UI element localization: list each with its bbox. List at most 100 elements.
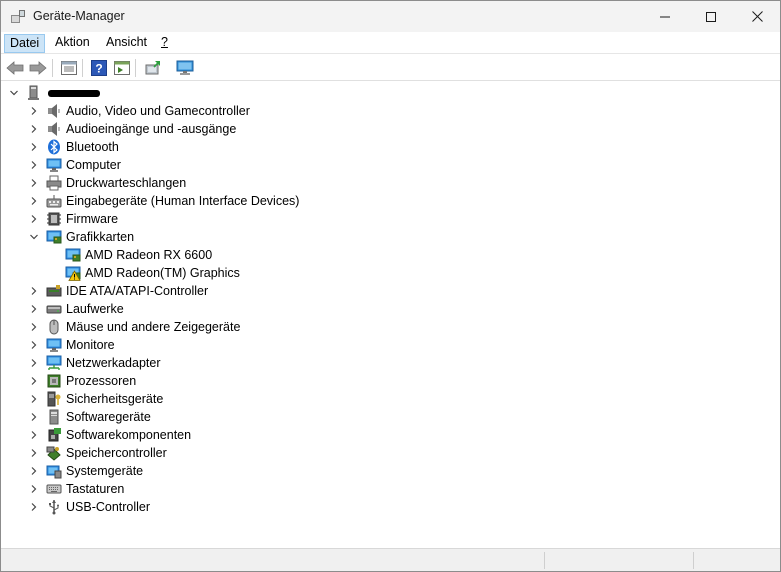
chevron-down-icon[interactable] <box>8 87 20 99</box>
tree-category-row[interactable]: Speichercontroller <box>2 444 167 462</box>
tree-category-row[interactable]: Grafikkarten <box>2 228 134 246</box>
tree-category-row[interactable]: Netzwerkadapter <box>2 354 161 372</box>
tree-category-label: USB-Controller <box>66 500 151 514</box>
chevron-right-icon[interactable] <box>28 303 40 315</box>
tree-category-row[interactable]: Sicherheitsgeräte <box>2 390 163 408</box>
chevron-right-icon[interactable] <box>28 141 40 153</box>
device-tree[interactable]: Audio, Video und Gamecontroller Audioeing… <box>2 82 779 547</box>
tree-category-label: Speichercontroller <box>66 446 167 460</box>
tree-category-row[interactable]: Eingabegeräte (Human Interface Devices) <box>2 192 299 210</box>
menu-help[interactable]: ? <box>156 34 173 53</box>
back-button[interactable] <box>5 58 25 78</box>
chevron-right-icon[interactable] <box>28 447 40 459</box>
tree-category-label: Computer <box>66 158 121 172</box>
svg-text:?: ? <box>95 62 102 76</box>
ide-icon <box>46 283 62 299</box>
chevron-right-icon[interactable] <box>28 105 40 117</box>
tree-category-label: Softwarekomponenten <box>66 428 192 442</box>
tree-category-row[interactable]: Audioeingänge und -ausgänge <box>2 120 236 138</box>
tree-category-label: Druckwarteschlangen <box>66 176 187 190</box>
chevron-down-icon[interactable] <box>28 231 40 243</box>
tree-device-row[interactable]: AMD Radeon(TM) Graphics <box>2 264 240 282</box>
forward-button[interactable] <box>28 58 48 78</box>
chevron-right-icon[interactable] <box>28 501 40 513</box>
hid-icon <box>46 193 62 209</box>
tree-category-row[interactable]: Bluetooth <box>2 138 119 156</box>
tree-category-row[interactable]: Computer <box>2 156 121 174</box>
chevron-right-icon[interactable] <box>28 159 40 171</box>
tree-category-label: Grafikkarten <box>66 230 135 244</box>
tree-device-row[interactable]: AMD Radeon RX 6600 <box>2 246 212 264</box>
details-pane-button[interactable] <box>112 58 132 78</box>
tree-category-row[interactable]: Softwaregeräte <box>2 408 151 426</box>
usb-icon <box>46 499 62 515</box>
chevron-right-icon[interactable] <box>28 429 40 441</box>
chevron-right-icon[interactable] <box>28 393 40 405</box>
chevron-right-icon[interactable] <box>28 357 40 369</box>
tree-category-row[interactable]: Druckwarteschlangen <box>2 174 186 192</box>
tree-device-label: AMD Radeon RX 6600 <box>85 248 213 262</box>
help-button[interactable]: ? <box>89 58 109 78</box>
display-adapter-icon <box>65 247 81 263</box>
tree-category-row[interactable]: Laufwerke <box>2 300 124 318</box>
close-button[interactable] <box>734 1 780 32</box>
cpu-icon <box>46 373 62 389</box>
tree-category-label: Mäuse und andere Zeigegeräte <box>66 320 241 334</box>
speaker-icon <box>46 121 62 137</box>
toolbar-separator <box>52 59 53 77</box>
disk-icon <box>46 301 62 317</box>
toolbar-separator <box>82 59 83 77</box>
chevron-right-icon[interactable] <box>28 123 40 135</box>
tree-category-label: Laufwerke <box>66 302 124 316</box>
menu-ansicht[interactable]: Ansicht <box>101 34 152 53</box>
menu-bar: Datei Aktion Ansicht ? <box>1 32 780 54</box>
device-manager-icon <box>10 9 26 25</box>
storage-controller-icon <box>46 445 62 461</box>
chevron-right-icon[interactable] <box>28 339 40 351</box>
menu-aktion[interactable]: Aktion <box>50 34 95 53</box>
forward-icon <box>29 61 47 75</box>
update-driver-button[interactable] <box>143 58 163 78</box>
tree-category-row[interactable]: Firmware <box>2 210 118 228</box>
tree-category-row[interactable]: Tastaturen <box>2 480 124 498</box>
chevron-right-icon[interactable] <box>28 321 40 333</box>
minimize-button[interactable] <box>642 1 688 32</box>
monitor-icon <box>46 337 62 353</box>
scan-hardware-button[interactable] <box>175 58 195 78</box>
chevron-right-icon[interactable] <box>28 375 40 387</box>
monitor-icon <box>46 157 62 173</box>
tree-category-label: Eingabegeräte (Human Interface Devices) <box>66 194 300 208</box>
software-device-icon <box>46 409 62 425</box>
tree-category-row[interactable]: Prozessoren <box>2 372 136 390</box>
chevron-right-icon[interactable] <box>28 285 40 297</box>
chevron-right-icon[interactable] <box>28 177 40 189</box>
menu-help-label: ? <box>161 35 168 49</box>
system-icon <box>46 463 62 479</box>
properties-view-button[interactable] <box>59 58 79 78</box>
chevron-right-icon[interactable] <box>28 411 40 423</box>
chevron-right-icon[interactable] <box>28 465 40 477</box>
chevron-right-icon[interactable] <box>28 483 40 495</box>
bluetooth-icon <box>46 139 62 155</box>
tree-category-row[interactable]: Systemgeräte <box>2 462 143 480</box>
tree-root-row[interactable] <box>2 84 100 102</box>
title-bar[interactable]: Geräte-Manager <box>1 1 780 32</box>
security-icon <box>46 391 62 407</box>
keyboard-icon <box>46 481 62 497</box>
maximize-button[interactable] <box>688 1 734 32</box>
status-divider <box>693 552 694 569</box>
speaker-icon <box>46 103 62 119</box>
menu-datei[interactable]: Datei <box>4 34 46 53</box>
tree-category-row[interactable]: IDE ATA/ATAPI-Controller <box>2 282 208 300</box>
display-adapter-icon <box>46 229 62 245</box>
tree-category-row[interactable]: Mäuse und andere Zeigegeräte <box>2 318 240 336</box>
chevron-right-icon[interactable] <box>28 195 40 207</box>
firmware-icon <box>46 211 62 227</box>
tree-category-row[interactable]: Softwarekomponenten <box>2 426 191 444</box>
monitor-scan-icon <box>176 60 194 75</box>
chevron-right-icon[interactable] <box>28 213 40 225</box>
tree-category-row[interactable]: Monitore <box>2 336 115 354</box>
tree-category-label: Audioeingänge und -ausgänge <box>66 122 237 136</box>
tree-category-row[interactable]: USB-Controller <box>2 498 150 516</box>
tree-category-row[interactable]: Audio, Video und Gamecontroller <box>2 102 250 120</box>
